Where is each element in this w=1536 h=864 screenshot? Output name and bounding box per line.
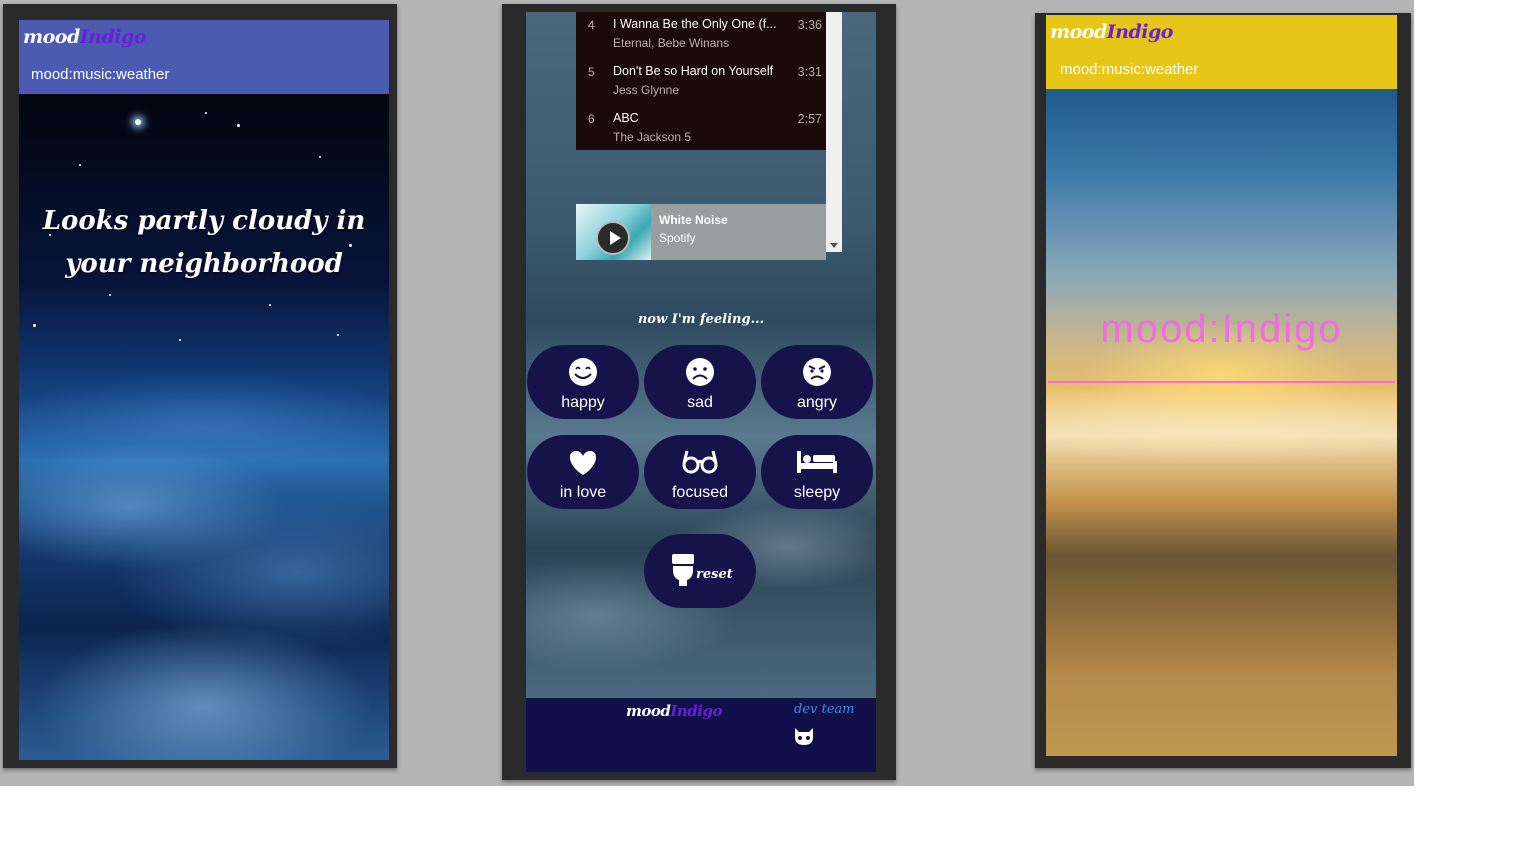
phone-screen: moodIndigo mood:music:weather mood:Indig… [1046, 15, 1397, 756]
frown-icon [686, 358, 714, 386]
github-icon[interactable] [792, 726, 816, 746]
logo-indigo: Indigo [670, 702, 722, 720]
playlist-track[interactable]: 6 ABC The Jackson 5 2:57 [576, 106, 826, 152]
app-logo[interactable]: moodIndigo [1050, 21, 1173, 43]
track-number: 4 [588, 18, 595, 32]
scroll-down-arrow-icon[interactable] [830, 243, 838, 248]
night-sky-background: Looks partly cloudy in your neighborhood [19, 94, 389, 760]
logo-mood: mood [23, 26, 80, 48]
player-source: Spotify [659, 231, 696, 245]
logo-indigo: Indigo [1106, 21, 1174, 43]
playlist-track[interactable]: 4 I Wanna Be the Only One (f... Eternal,… [576, 12, 826, 58]
play-button-icon[interactable] [596, 221, 630, 255]
player-title: White Noise [659, 213, 728, 227]
heart-icon [569, 451, 597, 475]
track-duration: 3:31 [797, 65, 822, 79]
phone-screen: 4 I Wanna Be the Only One (f... Eternal,… [526, 12, 876, 772]
phone-frame-moods: 4 I Wanna Be the Only One (f... Eternal,… [502, 4, 896, 780]
mood-label: angry [796, 394, 838, 411]
track-title: ABC [613, 111, 639, 125]
mood-button-sad[interactable]: sad [644, 345, 756, 419]
spotify-player: White Noise Spotify [576, 204, 826, 260]
track-duration: 3:36 [797, 18, 822, 32]
phone-screen: moodIndigo mood:music:weather Looks part… [19, 20, 389, 760]
mood-label: sad [687, 394, 713, 411]
mood-button-in-love[interactable]: in love [527, 435, 639, 509]
bed-icon [797, 451, 837, 473]
reset-button[interactable]: reset [644, 534, 756, 608]
footer-logo[interactable]: moodIndigo [626, 702, 722, 720]
mood-button-angry[interactable]: angry [761, 345, 873, 419]
app-logo[interactable]: moodIndigo [23, 26, 146, 48]
logo-mood: mood [1050, 21, 1107, 43]
sunrise-background [1046, 89, 1397, 756]
glasses-icon [682, 450, 718, 474]
logo-indigo: Indigo [79, 26, 147, 48]
playlist-scrollbar[interactable] [826, 12, 842, 252]
track-title: Don't Be so Hard on Yourself [613, 64, 774, 78]
weather-message: Looks partly cloudy in your neighborhood [42, 206, 366, 279]
track-number: 5 [588, 65, 595, 79]
mood-label: focused [671, 484, 729, 501]
mood-label: sleepy [793, 484, 841, 501]
feeling-prompt: now I'm feeling... [637, 312, 765, 327]
phone-frame-landing: moodIndigo mood:music:weather mood:Indig… [1035, 13, 1411, 768]
track-artist: Jess Glynne [613, 83, 680, 97]
canvas-background: moodIndigo mood:music:weather Looks part… [0, 0, 1414, 786]
mood-label: happy [561, 394, 605, 411]
landing-title: mood:Indigo [1100, 307, 1343, 351]
phone-frame-weather: moodIndigo mood:music:weather Looks part… [3, 4, 397, 768]
toilet-icon [672, 554, 694, 586]
spotify-playlist: 4 I Wanna Be the Only One (f... Eternal,… [576, 12, 826, 150]
mood-button-happy[interactable]: happy [527, 345, 639, 419]
track-artist: Eternal, Bebe Winans [613, 36, 730, 50]
track-title: I Wanna Be the Only One (f... [613, 17, 777, 31]
mood-label: in love [559, 484, 607, 501]
mood-button-focused[interactable]: focused [644, 435, 756, 509]
angry-icon [803, 358, 831, 386]
logo-mood: mood [626, 702, 671, 720]
reset-label: reset [696, 567, 733, 582]
app-header: moodIndigo mood:music:weather [1046, 15, 1397, 89]
app-tagline: mood:music:weather [1060, 61, 1199, 78]
track-duration: 2:57 [797, 112, 822, 126]
smile-icon [569, 358, 597, 386]
app-tagline: mood:music:weather [31, 66, 170, 83]
playlist-track[interactable]: 5 Don't Be so Hard on Yourself Jess Glyn… [576, 59, 826, 105]
title-underline [1048, 381, 1395, 383]
track-number: 6 [588, 112, 595, 126]
app-footer: moodIndigo dev team [526, 698, 876, 772]
dev-team-link[interactable]: dev team [794, 702, 855, 717]
mood-button-sleepy[interactable]: sleepy [761, 435, 873, 509]
track-artist: The Jackson 5 [613, 130, 692, 144]
app-header: moodIndigo mood:music:weather [19, 20, 389, 94]
